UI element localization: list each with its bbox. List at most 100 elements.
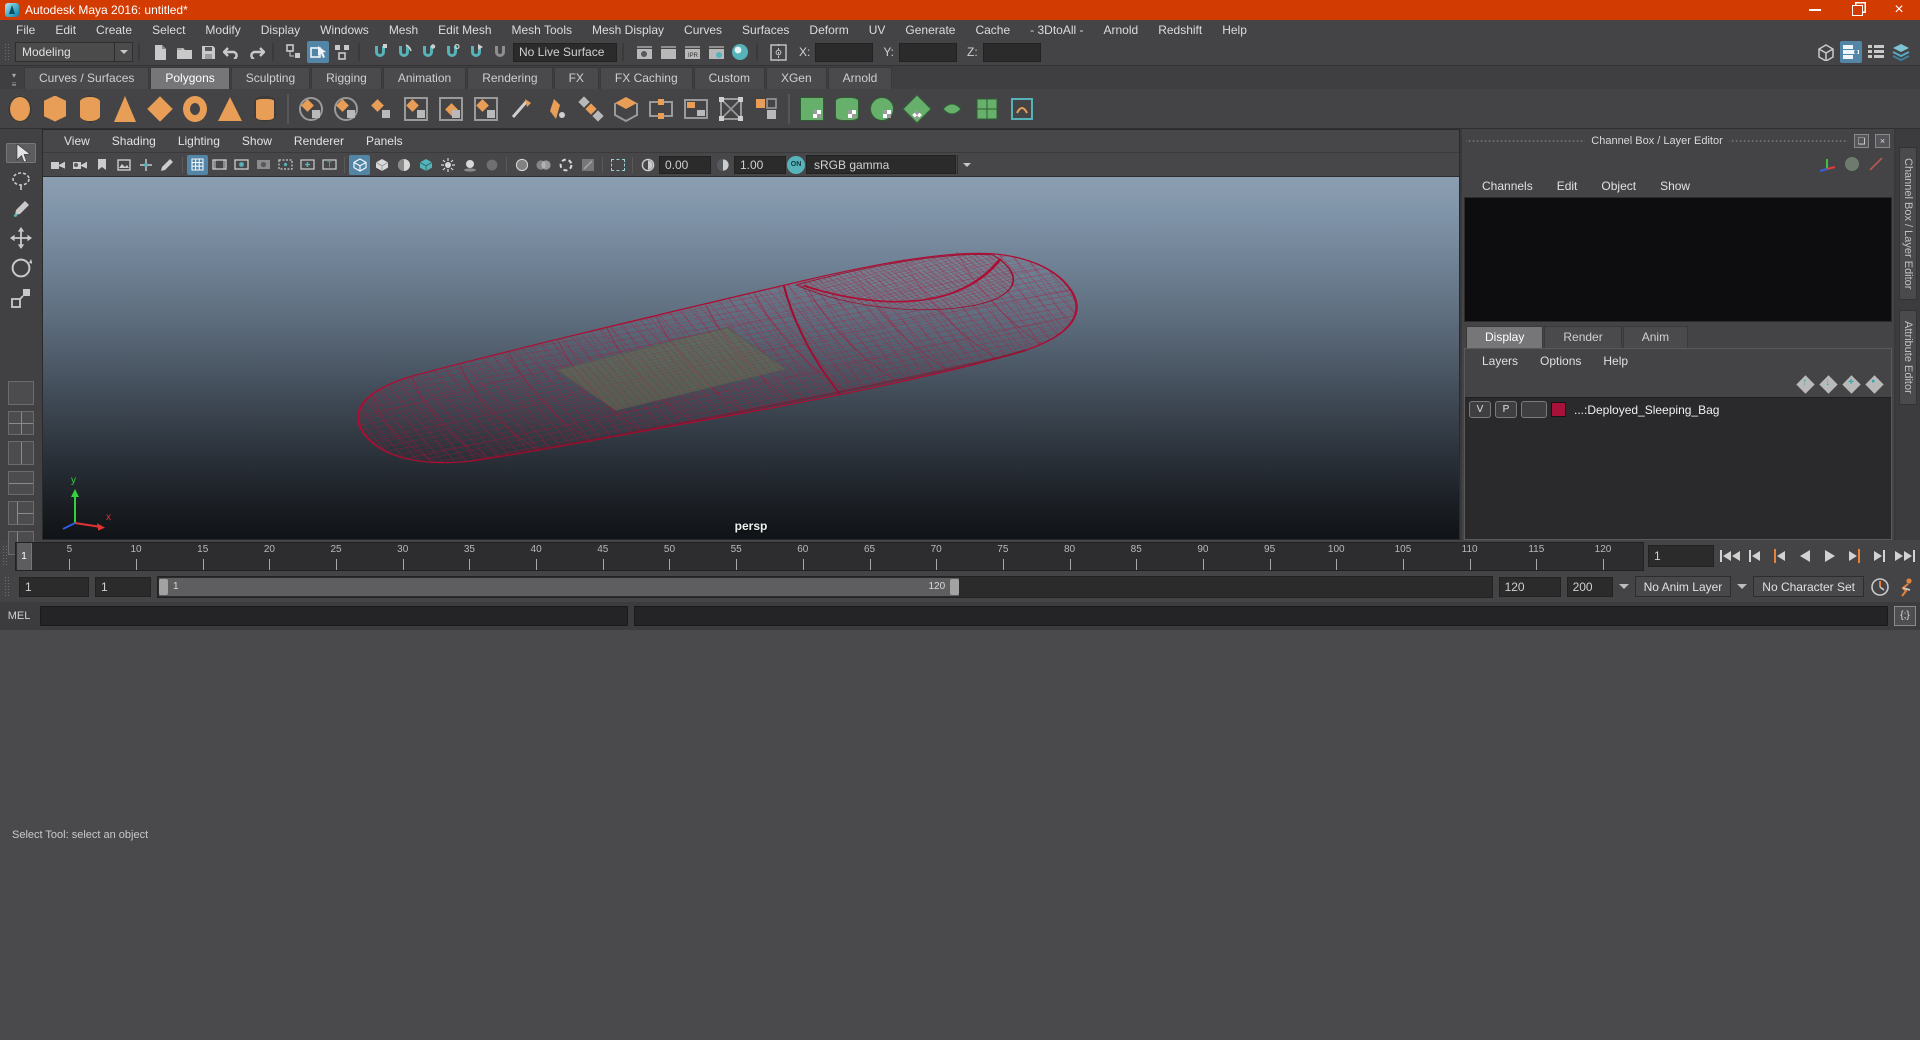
panel-drag-handle[interactable] <box>1466 138 1586 144</box>
safe-title-icon[interactable]: T <box>319 155 340 175</box>
range-start-handle[interactable] <box>159 578 168 595</box>
go-to-end-button[interactable] <box>1893 544 1916 568</box>
poly-plane-icon[interactable] <box>143 92 177 126</box>
open-scene-icon[interactable] <box>173 41 195 63</box>
layer-menu-help[interactable]: Help <box>1592 354 1639 368</box>
2d-pan-zoom-icon[interactable] <box>135 155 156 175</box>
gamma-field[interactable]: 1.00 <box>734 155 786 174</box>
shelf-tab-rendering[interactable]: Rendering <box>467 67 553 89</box>
render-view-icon[interactable] <box>633 41 655 63</box>
field-chart-icon[interactable] <box>275 155 296 175</box>
select-component-icon[interactable] <box>331 41 353 63</box>
uv-unfold-icon[interactable] <box>935 92 969 126</box>
command-language-label[interactable]: MEL <box>4 610 34 622</box>
menu-modify[interactable]: Modify <box>195 23 250 37</box>
layer-display-type-toggle[interactable] <box>1521 401 1547 418</box>
menu-windows[interactable]: Windows <box>310 23 379 37</box>
playhead[interactable]: 1 <box>17 542 32 570</box>
panel-menu-lighting[interactable]: Lighting <box>167 134 231 148</box>
paint-effects-icon[interactable] <box>729 41 751 63</box>
side-tab-attribute-editor[interactable]: Attribute Editor <box>1899 310 1917 406</box>
camera-attributes-icon[interactable] <box>69 155 90 175</box>
spherical-mapping-icon[interactable] <box>865 92 899 126</box>
image-plane-icon[interactable] <box>113 155 134 175</box>
menu-edit-mesh[interactable]: Edit Mesh <box>428 23 501 37</box>
playback-start-field[interactable]: 1 <box>95 576 151 597</box>
panel-menu-view[interactable]: View <box>53 134 101 148</box>
tool-settings-toggle-icon[interactable] <box>1865 41 1887 63</box>
resolution-gate-icon[interactable] <box>231 155 252 175</box>
planar-mapping-icon[interactable] <box>795 92 829 126</box>
panel-drag-handle[interactable] <box>1728 138 1848 144</box>
redo-icon[interactable] <box>245 41 267 63</box>
automatic-mapping-icon[interactable] <box>900 92 934 126</box>
poly-sphere-icon[interactable] <box>3 92 37 126</box>
auto-keyframe-icon[interactable] <box>1896 577 1916 597</box>
select-object-icon[interactable] <box>307 41 329 63</box>
uv-editor-icon[interactable] <box>1005 92 1039 126</box>
lasso-tool[interactable] <box>6 171 36 191</box>
fill-hole-icon[interactable] <box>399 92 433 126</box>
new-layer-from-selected-icon[interactable]: + <box>1842 375 1861 394</box>
layout-three-split-button[interactable] <box>8 501 34 525</box>
wireframe-display-icon[interactable] <box>349 154 370 175</box>
menu-curves[interactable]: Curves <box>674 23 732 37</box>
character-set-menu-icon[interactable] <box>1737 584 1748 594</box>
xray-active-components-icon[interactable] <box>555 155 576 175</box>
menu-redshift[interactable]: Redshift <box>1148 23 1212 37</box>
layout-two-stacked-button[interactable] <box>8 471 34 495</box>
sleeping-bag-wireframe[interactable] <box>43 177 1459 539</box>
bevel-icon[interactable] <box>609 92 643 126</box>
separate-icon[interactable] <box>329 92 363 126</box>
snap-to-projected-center-icon[interactable] <box>441 41 463 63</box>
move-tool[interactable] <box>6 227 36 249</box>
script-editor-icon[interactable] <box>1894 605 1916 626</box>
shelf-tab-fx-caching[interactable]: FX Caching <box>599 67 693 89</box>
layer-color-swatch[interactable] <box>1551 402 1566 417</box>
menu-cache[interactable]: Cache <box>965 23 1020 37</box>
poly-cylinder-icon[interactable] <box>73 92 107 126</box>
shaded-display-icon[interactable] <box>371 155 392 175</box>
layer-move-down-icon[interactable]: ↓ <box>1819 375 1838 394</box>
current-frame-field[interactable]: 1 <box>1648 545 1714 567</box>
poly-torus-icon[interactable] <box>178 92 212 126</box>
rotate-tool[interactable] <box>6 257 36 279</box>
menu--3dtoall-[interactable]: - 3DtoAll - <box>1020 23 1093 37</box>
poly-pipe-icon[interactable] <box>248 92 282 126</box>
menu-help[interactable]: Help <box>1212 23 1257 37</box>
float-panel-icon[interactable]: ❏ <box>1854 134 1869 148</box>
range-slider-bar[interactable]: 1 120 <box>159 577 960 596</box>
snap-to-grid-icon[interactable] <box>369 41 391 63</box>
shaded-textured-icon[interactable] <box>393 155 414 175</box>
bridge-icon[interactable] <box>679 92 713 126</box>
grease-pencil-icon[interactable] <box>157 155 178 175</box>
shelf-tab-sculpting[interactable]: Sculpting <box>230 67 311 89</box>
layer-row[interactable]: V P ...:Deployed_Sleeping_Bag <box>1465 397 1891 422</box>
character-set-dropdown[interactable]: No Character Set <box>1753 576 1864 597</box>
step-forward-key-button[interactable] <box>1843 544 1866 568</box>
shelf-tab-rigging[interactable]: Rigging <box>311 67 382 89</box>
select-hierarchy-icon[interactable] <box>283 41 305 63</box>
side-tab-channel-box-layer-editor[interactable]: Channel Box / Layer Editor <box>1899 147 1917 301</box>
poly-cone-icon[interactable] <box>108 92 142 126</box>
snap-to-point-icon[interactable] <box>417 41 439 63</box>
panel-menu-panels[interactable]: Panels <box>355 134 414 148</box>
animation-preferences-icon[interactable] <box>1870 577 1890 597</box>
layer-menu-options[interactable]: Options <box>1529 354 1592 368</box>
new-scene-icon[interactable] <box>149 41 171 63</box>
select-tool[interactable] <box>6 143 36 163</box>
panel-menu-show[interactable]: Show <box>231 134 283 148</box>
restore-button[interactable] <box>1836 0 1878 20</box>
shelf-tab-animation[interactable]: Animation <box>382 67 467 89</box>
z-input-field[interactable] <box>982 42 1041 62</box>
exposure-field[interactable]: 0.00 <box>659 155 711 174</box>
layer-visibility-toggle[interactable]: V <box>1469 401 1491 418</box>
range-end-handle[interactable] <box>950 578 960 595</box>
connect-icon[interactable] <box>574 92 608 126</box>
menu-generate[interactable]: Generate <box>895 23 965 37</box>
manip-sphere-icon[interactable] <box>1844 156 1860 172</box>
panel-menu-renderer[interactable]: Renderer <box>283 134 355 148</box>
command-result-field[interactable] <box>634 605 1888 626</box>
layer-playback-toggle[interactable]: P <box>1495 401 1517 418</box>
color-management-toggle[interactable]: ON <box>787 155 805 174</box>
